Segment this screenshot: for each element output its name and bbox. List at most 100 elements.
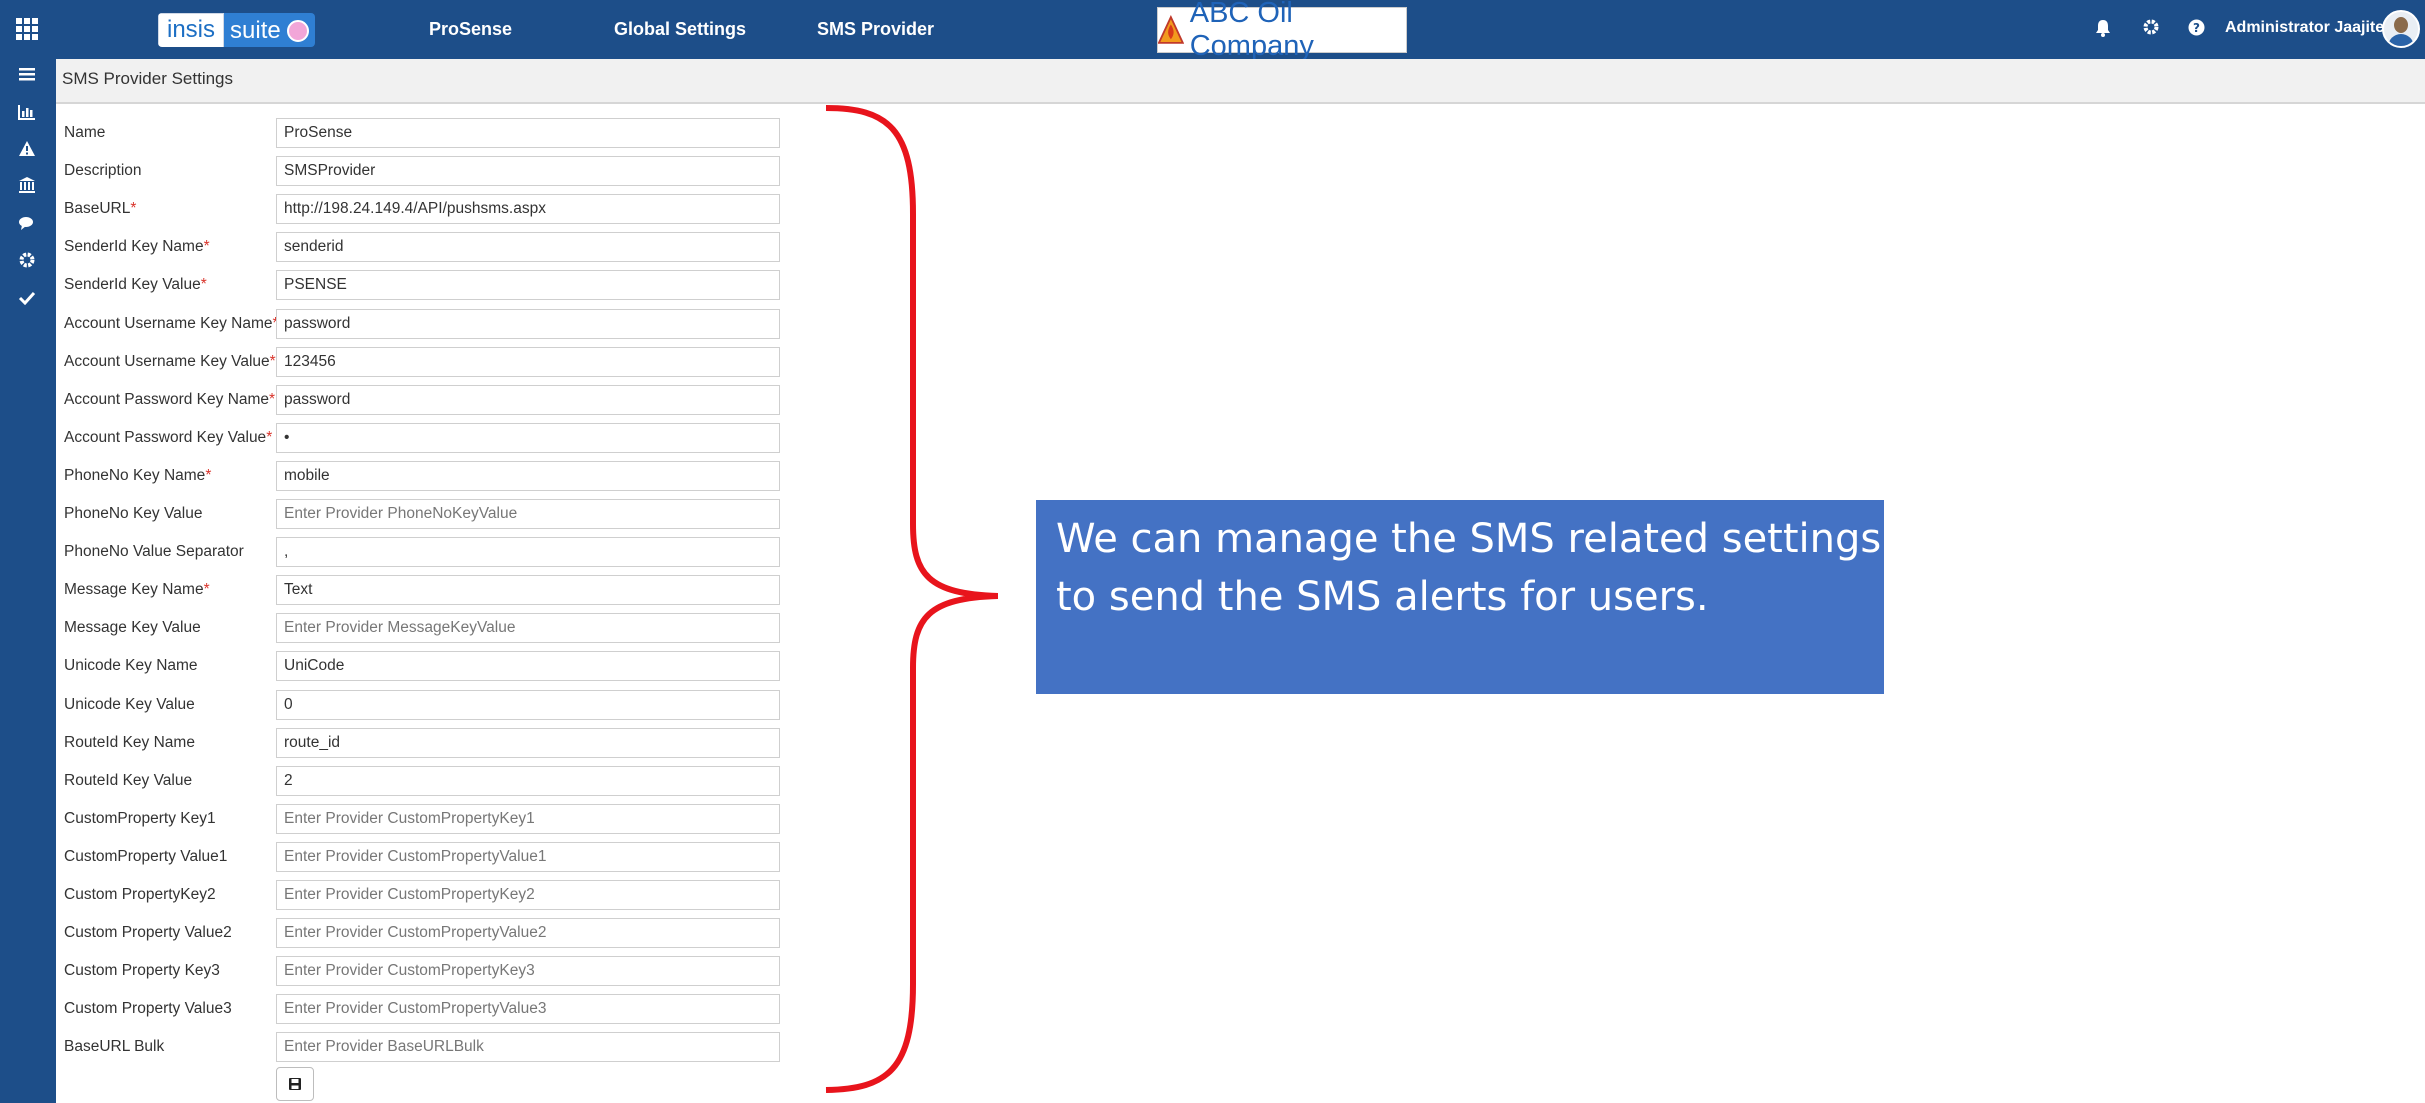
company-logo: ABC Oil Company (1157, 0, 1407, 62)
field-label-text: Custom Property Value3 (64, 1000, 232, 1017)
flame-logo-icon (1158, 15, 1184, 44)
field-label: Custom PropertyKey2 (64, 881, 216, 909)
gear-icon[interactable] (2141, 19, 2161, 40)
field-label: SenderId Key Name* (64, 233, 210, 261)
field-input[interactable] (276, 537, 780, 567)
page-title: SMS Provider Settings (62, 69, 234, 88)
check-icon[interactable] (14, 286, 40, 312)
field-label-text: Custom Property Value2 (64, 924, 232, 941)
field-input[interactable] (276, 842, 780, 872)
field-input[interactable] (276, 994, 780, 1024)
required-marker: * (203, 581, 210, 598)
field-input[interactable] (276, 804, 780, 834)
field-input[interactable] (276, 918, 780, 948)
sidebar (0, 59, 56, 1103)
top-navbar: insis suite ProSense Global Settings SMS… (0, 0, 2425, 62)
svg-text:?: ? (2193, 21, 2200, 35)
field-label-text: Message Key Name (64, 581, 204, 598)
field-label: Custom Property Key3 (64, 957, 220, 985)
field-input[interactable] (276, 270, 780, 300)
field-label: Message Key Name* (64, 576, 210, 604)
field-input[interactable] (276, 728, 780, 758)
field-label-text: Custom Property Key3 (64, 962, 220, 979)
field-input[interactable] (276, 309, 780, 339)
field-label: BaseURL Bulk (64, 1033, 164, 1061)
field-label: PhoneNo Value Separator (64, 538, 244, 566)
field-label-text: Account Password Key Name (64, 391, 270, 408)
page-header: SMS Provider Settings (56, 59, 2425, 104)
brand-logo-right: suite (230, 17, 281, 44)
field-label-text: CustomProperty Value1 (64, 848, 228, 865)
brand-ball-icon (286, 20, 309, 42)
field-input[interactable] (276, 499, 780, 529)
field-input[interactable] (276, 461, 780, 491)
field-label: Account Username Key Name* (64, 310, 279, 338)
field-input[interactable] (276, 347, 780, 377)
field-input[interactable] (276, 385, 780, 415)
field-label: RouteId Key Value (64, 767, 192, 795)
field-label: Account Password Key Value* (64, 424, 272, 452)
bar-chart-icon[interactable] (14, 101, 40, 127)
menu-icon[interactable] (14, 63, 40, 89)
field-label-text: Account Password Key Value (64, 429, 267, 446)
field-label-text: Custom PropertyKey2 (64, 886, 216, 903)
nav-prosense[interactable]: ProSense (429, 19, 512, 40)
field-input[interactable] (276, 651, 780, 681)
brand-logo[interactable]: insis suite (158, 13, 315, 47)
field-label-text: BaseURL (64, 200, 131, 217)
bell-icon[interactable] (2093, 19, 2113, 42)
bank-icon[interactable] (14, 175, 40, 201)
field-input[interactable] (276, 118, 780, 148)
field-input[interactable] (276, 232, 780, 262)
annotation-callout: We can manage the SMS related settings t… (1036, 500, 1884, 694)
gear-icon[interactable] (14, 249, 40, 275)
field-input[interactable] (276, 194, 780, 224)
field-label: Unicode Key Value (64, 691, 195, 719)
field-label: Unicode Key Name (64, 652, 198, 680)
field-label: Account Username Key Value* (64, 348, 276, 376)
required-marker: * (205, 467, 212, 484)
field-label: Name (64, 119, 105, 147)
apps-grid-icon[interactable] (16, 18, 38, 40)
required-marker: * (203, 238, 210, 255)
field-label-text: Unicode Key Name (64, 657, 198, 674)
nav-sms-provider[interactable]: SMS Provider (817, 19, 934, 40)
field-label: Custom Property Value2 (64, 919, 232, 947)
nav-global-settings[interactable]: Global Settings (614, 19, 746, 40)
save-button[interactable] (276, 1067, 314, 1101)
field-label-text: PhoneNo Key Value (64, 505, 203, 522)
required-marker: * (200, 276, 207, 293)
warning-icon[interactable] (14, 138, 40, 164)
field-label: RouteId Key Name (64, 729, 195, 757)
field-input[interactable] (276, 766, 780, 796)
field-input[interactable] (276, 880, 780, 910)
field-label: SenderId Key Value* (64, 271, 207, 299)
required-marker: * (269, 353, 276, 370)
field-label-text: SenderId Key Value (64, 276, 201, 293)
field-input[interactable] (276, 423, 780, 453)
field-label-text: Message Key Value (64, 619, 201, 636)
help-icon[interactable]: ? (2186, 19, 2206, 41)
user-name[interactable]: Administrator Jaajitech (2225, 19, 2403, 37)
field-label-text: Unicode Key Value (64, 696, 195, 713)
field-label: PhoneNo Key Name* (64, 462, 211, 490)
field-label: Description (64, 157, 142, 185)
field-label-text: CustomProperty Key1 (64, 810, 216, 827)
field-label: Custom Property Value3 (64, 995, 232, 1023)
field-input[interactable] (276, 956, 780, 986)
field-input[interactable] (276, 1032, 780, 1062)
field-input[interactable] (276, 156, 780, 186)
field-label-text: RouteId Key Value (64, 772, 193, 789)
avatar[interactable] (2382, 10, 2420, 48)
field-label-text: RouteId Key Name (64, 734, 195, 751)
required-marker: * (266, 429, 273, 446)
field-label-text: Description (64, 162, 142, 179)
required-marker: * (269, 391, 276, 408)
field-input[interactable] (276, 690, 780, 720)
chat-icon[interactable] (14, 212, 40, 238)
field-input[interactable] (276, 575, 780, 605)
annotation-brace (825, 105, 998, 1093)
field-input[interactable] (276, 613, 780, 643)
save-icon (289, 1078, 301, 1090)
field-label-text: Account Username Key Value (64, 353, 270, 370)
